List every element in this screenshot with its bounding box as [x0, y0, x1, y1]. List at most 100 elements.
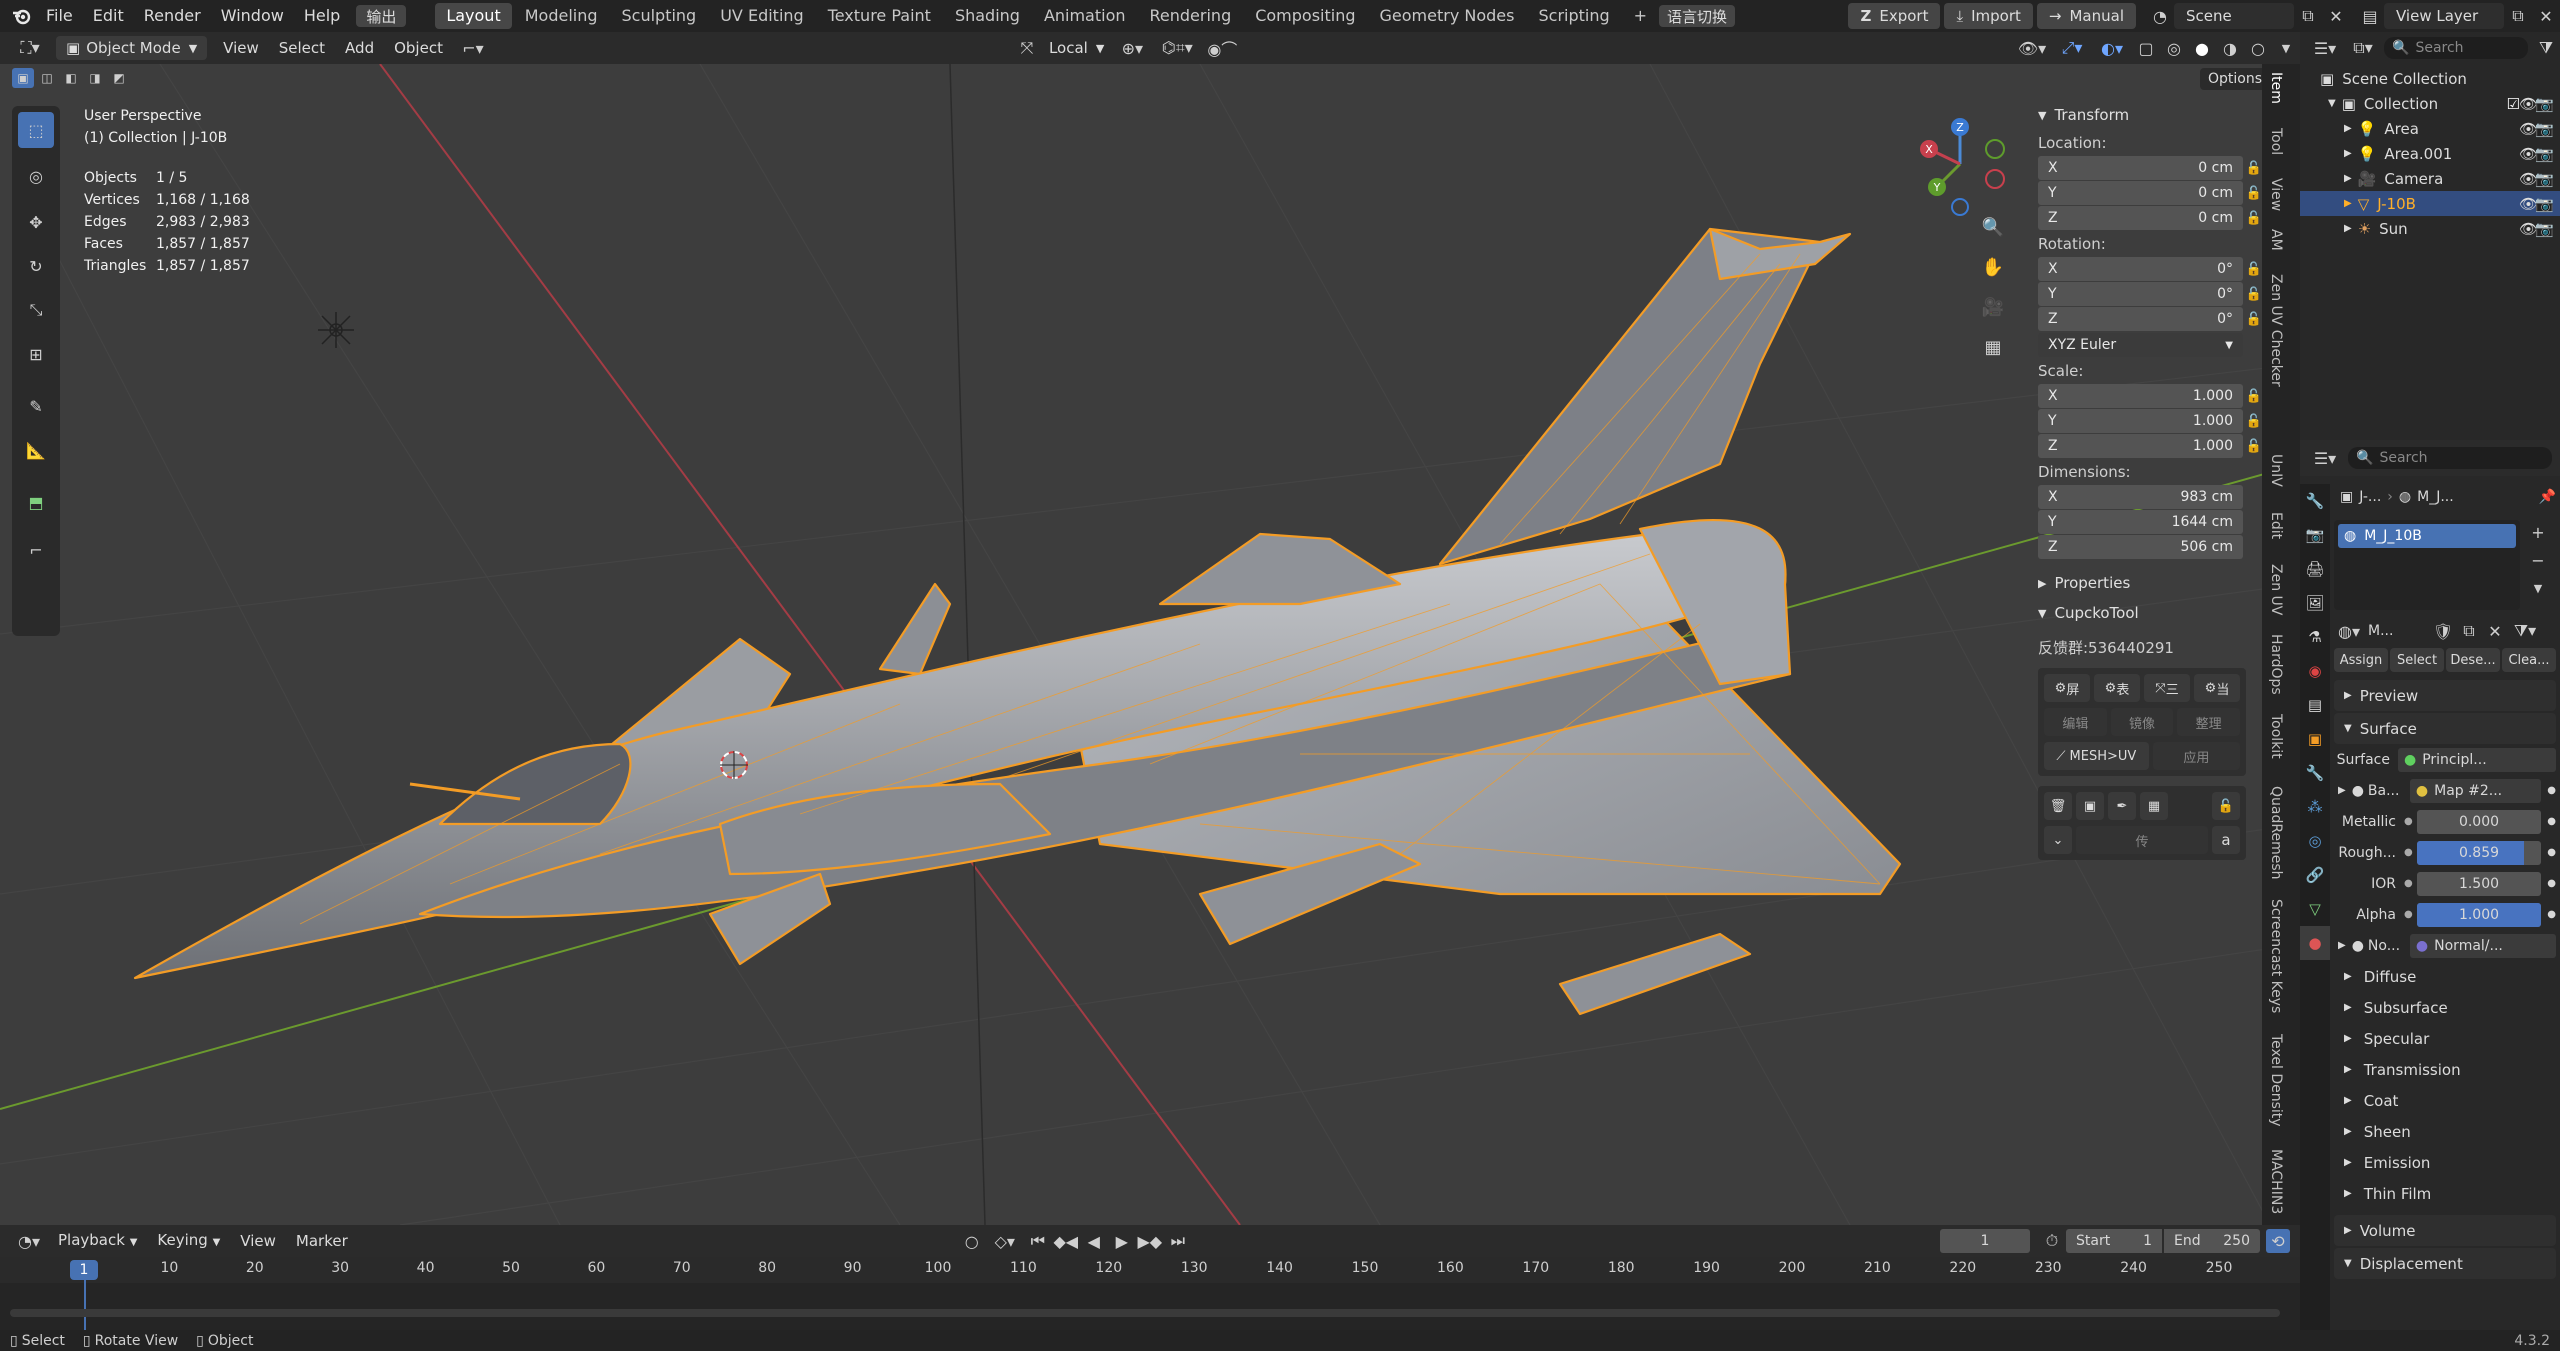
- roughness-field[interactable]: 0.859: [2416, 840, 2542, 865]
- menu-edit[interactable]: Edit: [83, 0, 134, 32]
- tab-compositing[interactable]: Compositing: [1244, 3, 1366, 29]
- scene-selector[interactable]: Scene: [2174, 3, 2294, 29]
- tab-layout[interactable]: Layout: [435, 3, 512, 29]
- cupcko-button-table[interactable]: ⚙ 表: [2094, 674, 2140, 702]
- menu-select[interactable]: Select: [269, 32, 335, 64]
- volume-section[interactable]: ▶ Volume: [2334, 1215, 2556, 1246]
- chevron-down-icon[interactable]: ⌄: [2044, 826, 2072, 854]
- sidetab-edit[interactable]: Edit: [2268, 512, 2284, 539]
- text-a-icon[interactable]: a: [2212, 826, 2240, 854]
- rendered-shading-icon[interactable]: ○: [2244, 35, 2272, 61]
- add-workspace-button[interactable]: +: [1623, 3, 1658, 29]
- tool-tab-icon[interactable]: 🔧: [2300, 484, 2330, 518]
- gizmo-icon[interactable]: ⤢▾: [2052, 35, 2092, 61]
- unlink-material-icon[interactable]: ✕: [2484, 618, 2506, 644]
- measure-tool-icon[interactable]: 📐: [18, 432, 54, 468]
- material-name-field[interactable]: M...: [2368, 623, 2428, 639]
- navigation-gizmo[interactable]: Z Y X: [1905, 109, 2015, 219]
- outliner-item-area[interactable]: ▶ 💡 Area 👁 📷: [2300, 116, 2560, 141]
- normal-field[interactable]: ● Normal/...: [2409, 933, 2556, 958]
- pin-icon[interactable]: 📌: [2539, 489, 2556, 505]
- dimension-x-field[interactable]: X 983 cm: [2038, 485, 2243, 509]
- sidetab-univ[interactable]: UnIV: [2268, 454, 2284, 487]
- data-tab-icon[interactable]: ▽: [2300, 892, 2330, 926]
- lock-icon[interactable]: 🔓: [2212, 792, 2240, 820]
- tab-sculpting[interactable]: Sculpting: [611, 3, 708, 29]
- base-color-field[interactable]: ● Map #2...: [2409, 778, 2542, 803]
- tab-texture-paint[interactable]: Texture Paint: [817, 3, 942, 29]
- menu-object[interactable]: Object: [384, 32, 453, 64]
- timeline-scrollbar[interactable]: [10, 1309, 2280, 1317]
- output-button[interactable]: 输出: [356, 5, 407, 27]
- sidetab-view[interactable]: View: [2268, 178, 2284, 211]
- select-invert-icon[interactable]: ◨: [84, 68, 106, 88]
- properties-panel-header[interactable]: ▶ Properties: [2038, 568, 2272, 598]
- language-switch-button[interactable]: 语言切换: [1659, 5, 1736, 27]
- material-shading-icon[interactable]: ◑: [2216, 35, 2244, 61]
- timeline-view-menu[interactable]: View: [230, 1225, 286, 1257]
- pan-hand-icon[interactable]: ✋: [1978, 252, 2008, 282]
- material-slot-list[interactable]: ◍ M_J_10B: [2334, 520, 2520, 610]
- specular-section[interactable]: ▶ Specular: [2334, 1023, 2556, 1054]
- select-button[interactable]: Select: [2390, 648, 2444, 672]
- scale-y-field[interactable]: Y 1.000: [2038, 409, 2243, 433]
- material-browse-icon[interactable]: ◍▾: [2334, 618, 2364, 644]
- outliner-item-j10b[interactable]: ▶ ▽ J-10B 👁 📷: [2300, 191, 2560, 216]
- end-frame-field[interactable]: End 250: [2164, 1229, 2260, 1253]
- sidetab-hardops[interactable]: HardOps: [2268, 634, 2284, 695]
- physics-tab-icon[interactable]: ◎: [2300, 824, 2330, 858]
- material-slot-item[interactable]: ◍ M_J_10B: [2338, 524, 2516, 548]
- filter-icon[interactable]: ⧩: [2532, 35, 2560, 61]
- wireframe-shading-icon[interactable]: ◎: [2160, 35, 2188, 61]
- menu-render[interactable]: Render: [134, 0, 211, 32]
- delete-scene-icon[interactable]: ✕: [2322, 3, 2350, 29]
- cupcko-edit-button[interactable]: 编辑: [2044, 708, 2107, 736]
- play-icon[interactable]: ▶: [1108, 1228, 1136, 1254]
- assign-button[interactable]: Assign: [2334, 648, 2388, 672]
- material-tab-icon[interactable]: ●: [2300, 926, 2330, 960]
- prev-keyframe-icon[interactable]: ◆◀: [1052, 1228, 1080, 1254]
- emission-section[interactable]: ▶ Emission: [2334, 1147, 2556, 1178]
- proportional-edit-icon[interactable]: ◉⌒: [1202, 35, 1242, 61]
- sheen-section[interactable]: ▶ Sheen: [2334, 1116, 2556, 1147]
- alpha-field[interactable]: 1.000: [2416, 902, 2542, 927]
- outliner-item-sun[interactable]: ▶ ☀ Sun 👁 📷: [2300, 216, 2560, 241]
- editor-type-icon[interactable]: ☰▾: [2308, 445, 2342, 471]
- metallic-field[interactable]: 0.000: [2416, 809, 2542, 834]
- cupcko-button-current[interactable]: ⚙ 当: [2194, 674, 2240, 702]
- transform-tool-icon[interactable]: ⊞: [18, 336, 54, 372]
- deselect-button[interactable]: Dese...: [2446, 648, 2500, 672]
- select-extend-icon[interactable]: ◫: [36, 68, 58, 88]
- overlay-icon[interactable]: ◐▾: [2092, 35, 2132, 61]
- cupcko-tidy-button[interactable]: 整理: [2177, 708, 2241, 736]
- menu-view[interactable]: View: [213, 32, 269, 64]
- tab-rendering[interactable]: Rendering: [1139, 3, 1243, 29]
- sidetab-am[interactable]: AM: [2268, 229, 2284, 251]
- preview-section[interactable]: ▶ Preview: [2334, 680, 2556, 711]
- tab-modeling[interactable]: Modeling: [514, 3, 609, 29]
- view-layer-tab-icon[interactable]: 🖼: [2300, 586, 2330, 620]
- annotate-tool-icon[interactable]: ✎: [18, 388, 54, 424]
- scale-z-field[interactable]: Z 1.000: [2038, 434, 2243, 458]
- modifier-tab-icon[interactable]: 🔧: [2300, 756, 2330, 790]
- tab-uv-editing[interactable]: UV Editing: [709, 3, 814, 29]
- transmission-section[interactable]: ▶ Transmission: [2334, 1054, 2556, 1085]
- blender-logo-icon[interactable]: [8, 3, 36, 29]
- shading-options-icon[interactable]: ▼: [2272, 35, 2300, 61]
- menu-file[interactable]: File: [36, 0, 83, 32]
- sidetab-toolkit[interactable]: Toolkit: [2268, 714, 2284, 759]
- ior-field[interactable]: 1.500: [2416, 871, 2542, 896]
- view-layer-selector[interactable]: View Layer: [2384, 3, 2504, 29]
- sidetab-zen-uv-checker[interactable]: Zen UV Checker: [2268, 274, 2284, 387]
- select-new-icon[interactable]: ▣: [12, 68, 34, 88]
- auto-keying-icon[interactable]: ○: [958, 1228, 986, 1254]
- next-keyframe-icon[interactable]: ▶◆: [1136, 1228, 1164, 1254]
- tab-animation[interactable]: Animation: [1033, 3, 1137, 29]
- tab-geometry-nodes[interactable]: Geometry Nodes: [1369, 3, 1526, 29]
- new-scene-icon[interactable]: ⧉: [2294, 3, 2322, 29]
- trash-icon[interactable]: 🗑: [2044, 792, 2072, 820]
- thin-film-section[interactable]: ▶ Thin Film: [2334, 1178, 2556, 1209]
- cursor-tool-icon[interactable]: ◎: [18, 158, 54, 194]
- editor-type-icon[interactable]: ◔▾: [10, 1228, 48, 1254]
- remove-slot-icon[interactable]: −: [2526, 548, 2550, 572]
